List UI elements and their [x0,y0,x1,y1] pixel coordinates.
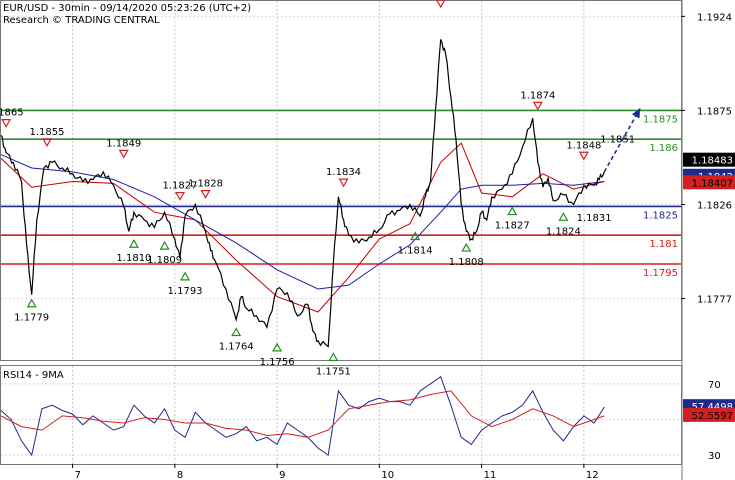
price-annotation-label: 1.1855 [30,127,65,138]
level-label: 1.1825 [643,210,678,221]
price-annotation-label: 1.1779 [14,313,49,324]
price-annotation-label: 1.1851 [600,135,635,146]
y-tick-label: 1.1875 [697,106,732,117]
level-label: 1.186 [649,143,678,154]
price-annotation-label: 1.1831 [577,213,612,224]
chart-subtitle: Research © TRADING CENTRAL [3,15,160,26]
x-tick-label: 7 [75,470,81,480]
price-annotation-label: 1.1756 [260,357,295,368]
x-tick-label: 11 [484,470,497,480]
x-tick-label: 12 [586,470,599,480]
y-tick-label: 1.1777 [697,295,732,306]
price-annotation-label: 1.1827 [495,221,530,232]
level-label: 1.1875 [643,114,678,125]
price-annotation-label: 1.1848 [566,140,601,151]
price-annotation-label: 1.1849 [106,138,141,149]
price-tag: 1.18483 [692,156,733,167]
y-tick-label: 1.1924 [697,12,732,23]
price-annotation-label: 1.1874 [520,90,555,101]
level-label: 1.1795 [643,268,678,279]
level-label: 1.181 [649,239,678,250]
price-annotation-label: 1.1827 [162,181,197,192]
rsi-y-tick-label: 30 [708,451,721,462]
price-annotation-label: 1.1824 [546,226,581,237]
eurusd-chart: 1.1875 1.186 1.1825 1.181 1.1795 1.1865 1.185… [0,0,735,480]
rsi-panel-title: RSI14 - 9MA [3,370,64,381]
price-annotation-label: 1.1809 [147,255,182,266]
price-annotation-label: 1.1865 [0,108,24,119]
x-tick-label: 8 [177,470,183,480]
chart-title: EUR/USD - 30min - 09/14/2020 05:23:26 (U… [3,3,251,14]
price-tag: 1.18407 [692,178,733,189]
price-annotation-label: 1.1814 [398,246,433,257]
price-annotation-label: 1.1764 [219,342,254,353]
price-annotation-label: 1.1751 [316,366,351,377]
price-annotation-label: 1.1793 [168,286,203,297]
y-tick-label: 1.1826 [697,200,732,211]
x-tick-label: 9 [279,470,285,480]
x-tick-label: 10 [381,470,394,480]
rsi-tag: 52.5597 [692,411,733,422]
price-annotation-label: 1.1834 [326,167,361,178]
rsi-y-tick-label: 70 [708,380,721,391]
price-annotation-label: 1.1808 [449,257,484,268]
